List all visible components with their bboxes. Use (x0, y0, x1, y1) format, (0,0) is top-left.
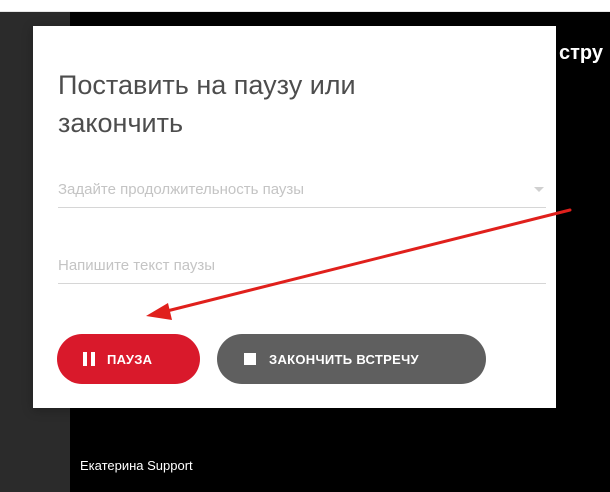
pause-duration-select[interactable]: Задайте продолжительность паузы (58, 176, 546, 208)
chevron-down-icon[interactable] (534, 187, 544, 192)
background-heading-fragment: стру (559, 42, 603, 64)
pause-button-label: ПАУЗА (107, 351, 153, 367)
pause-end-dialog: Поставить на паузу или закончить Задайте… (33, 26, 556, 408)
pause-icon (83, 352, 95, 366)
stop-icon (244, 353, 256, 365)
pause-text-placeholder: Напишите текст паузы (58, 257, 216, 274)
pause-button[interactable]: ПАУЗА (57, 334, 200, 384)
top-strip (0, 0, 610, 12)
pause-text-input[interactable]: Напишите текст паузы (58, 252, 546, 284)
end-meeting-button[interactable]: ЗАКОНЧИТЬ ВСТРЕЧУ (217, 334, 486, 384)
participant-name: Екатерина Support (80, 458, 193, 473)
pause-duration-placeholder: Задайте продолжительность паузы (58, 181, 305, 198)
end-meeting-button-label: ЗАКОНЧИТЬ ВСТРЕЧУ (269, 351, 419, 367)
dialog-title: Поставить на паузу или закончить (58, 70, 356, 138)
